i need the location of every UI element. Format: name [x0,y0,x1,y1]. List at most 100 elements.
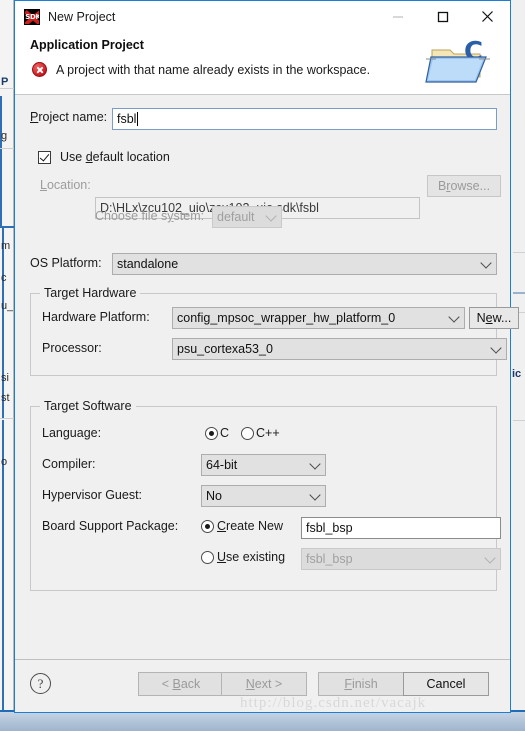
back-button-label: < Back [161,677,201,691]
background-divider [0,88,14,89]
bsp-create-new-radio-control[interactable] [201,519,214,533]
board-support-package-row: Board Support Package: [42,519,178,533]
target-hardware-group-title: Target Hardware [40,286,141,300]
page-title: Application Project [30,38,144,52]
browse-button-label: Browse... [437,179,491,193]
new-button-label: New... [476,311,512,325]
text-caret [137,112,139,126]
browse-button[interactable]: Browse... [427,175,501,197]
project-name-input[interactable]: fsbl [112,108,497,130]
background-text-fragment: ic [512,368,522,380]
chevron-down-icon [480,257,492,269]
finish-button[interactable]: Finish [318,672,404,696]
bsp-use-existing-radio[interactable]: Use existing [201,550,285,564]
dialog-footer: ? < Back Next > Finish Cancel [15,659,510,712]
choose-file-system-combo[interactable]: default [212,206,282,228]
project-name-label: Project name: [30,110,108,124]
hypervisor-guest-combo[interactable]: No [201,485,326,507]
hardware-platform-combo[interactable]: config_mpsoc_wrapper_hw_platform_0 [172,307,465,329]
back-button[interactable]: < Back [138,672,224,696]
chevron-down-icon [484,552,496,564]
chevron-down-icon [309,458,321,470]
location-label: Location: [40,178,91,192]
use-default-location-label: Use default location [60,150,170,164]
background-divider [513,292,525,294]
use-default-location-checkbox[interactable] [38,150,51,164]
bsp-use-existing-label: Use existing [217,550,286,564]
chevron-down-icon [265,210,277,222]
bsp-create-new-input[interactable]: fsbl_bsp [301,517,501,539]
language-radio-cpp[interactable]: C++ [241,426,280,440]
processor-value: psu_cortexa53_0 [177,342,273,356]
background-text-fragment: P [1,76,9,88]
hardware-platform-row: Hardware Platform: [42,310,150,324]
background-text-fragment: si [1,372,9,384]
error-icon [32,62,47,77]
close-icon[interactable] [465,1,510,32]
sdk-icon-label: SDK [25,12,40,21]
choose-file-system-row: Choose file system: [95,209,204,223]
os-platform-value: standalone [117,257,179,271]
new-project-dialog: SDK New Project Application Project A pr… [14,0,519,713]
project-name-value: fsbl [117,112,137,126]
language-radio-c-control[interactable] [205,426,218,440]
hypervisor-guest-label: Hypervisor Guest: [42,488,143,502]
background-text-fragment: m [1,240,11,252]
choose-file-system-label: Choose file system: [95,209,205,223]
next-button[interactable]: Next > [221,672,307,696]
sdk-icon: SDK [24,8,40,25]
background-divider [0,418,14,419]
language-radio-c[interactable]: C [205,426,229,440]
cancel-button[interactable]: Cancel [403,672,489,696]
background-text-fragment: st [1,392,10,404]
background-accent-bar [0,96,2,226]
status-message-row: A project with that name already exists … [32,62,370,77]
background-divider [513,420,525,421]
new-hardware-platform-button[interactable]: New... [469,307,519,329]
background-text-fragment: o [1,456,8,468]
dialog-body: Project name: fsbl Use default location … [15,95,519,659]
hypervisor-guest-row: Hypervisor Guest: [42,488,142,502]
bsp-use-existing-radio-control[interactable] [201,550,214,564]
bsp-use-existing-combo[interactable]: fsbl_bsp [301,548,501,570]
choose-file-system-value: default [217,210,255,224]
bsp-create-new-radio[interactable]: Create New [201,519,283,533]
background-right-panel [510,0,525,731]
background-taskbar [0,712,525,731]
board-support-package-label: Board Support Package: [42,519,179,533]
background-text-fragment: u_ [1,300,13,312]
dialog-titlebar: SDK New Project [15,1,510,32]
target-hardware-group: Target Hardware Hardware Platform: confi… [30,286,519,376]
hypervisor-guest-value: No [206,489,222,503]
os-platform-label: OS Platform: [30,256,102,270]
compiler-row: Compiler: [42,457,96,471]
os-platform-combo[interactable]: standalone [112,253,497,275]
processor-label: Processor: [42,341,102,355]
target-software-group-title: Target Software [40,399,136,413]
next-button-label: Next > [245,677,283,691]
minimize-icon[interactable] [375,1,420,32]
use-default-location-row[interactable]: Use default location [38,150,170,164]
background-divider [513,252,525,253]
chevron-down-icon [309,489,321,501]
c-project-folder-icon: C [424,37,498,93]
os-platform-row: OS Platform: [30,256,102,270]
background-text-fragment: c [1,272,7,284]
compiler-combo[interactable]: 64-bit [201,454,326,476]
bsp-use-existing-value: fsbl_bsp [306,552,353,566]
dialog-title: New Project [48,9,116,24]
language-radio-cpp-label: C++ [256,426,280,440]
window-controls [375,1,510,32]
location-row: Location: [40,178,91,192]
hardware-platform-value: config_mpsoc_wrapper_hw_platform_0 [177,311,396,325]
background-accent-bar [2,228,4,418]
help-icon[interactable]: ? [30,673,51,694]
processor-combo[interactable]: psu_cortexa53_0 [172,338,507,360]
language-label: Language: [42,426,102,440]
background-divider [0,148,14,149]
maximize-icon[interactable] [420,1,465,32]
bsp-create-new-value: fsbl_bsp [306,521,353,535]
language-radio-cpp-control[interactable] [241,426,254,440]
language-radio-c-label: C [220,426,230,440]
target-software-group: Target Software Language: C C++ Compiler… [30,399,501,591]
